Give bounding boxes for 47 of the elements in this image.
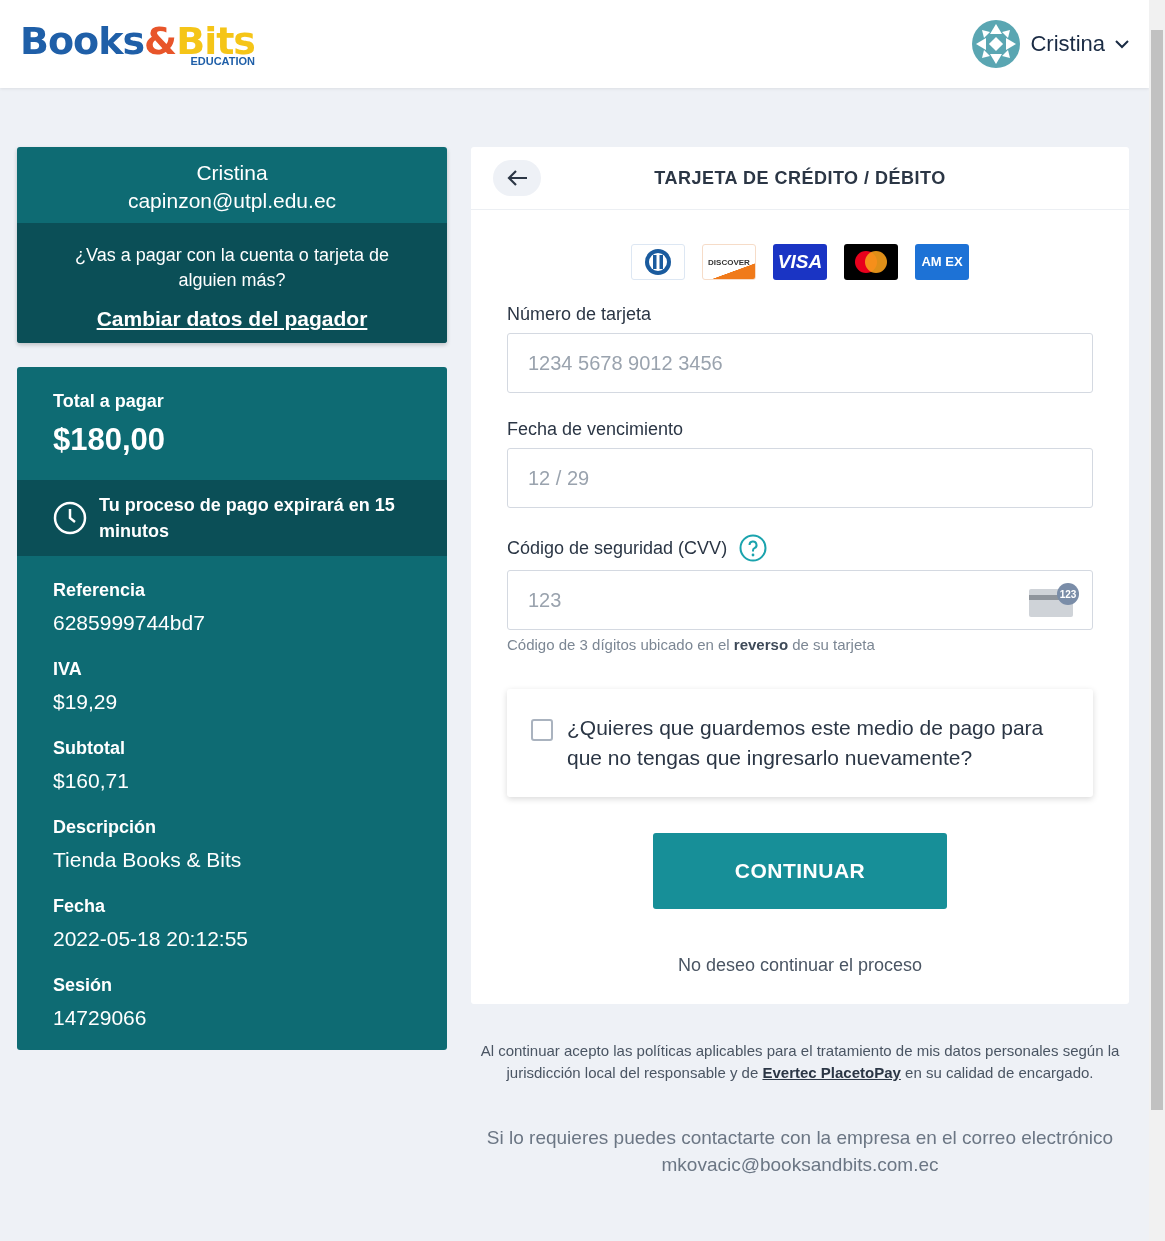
mastercard-logo [844,244,898,280]
amex-logo: AM EX [915,244,969,280]
cvv-hint: Código de 3 dígitos ubicado en el reverso de su tarjeta [507,636,876,653]
payer-name: Cristina [195,161,269,185]
scrollbar-thumb[interactable] [1151,30,1163,1110]
detail-label: Sesión [53,975,114,996]
logo-tagline: EDUCATION [190,55,255,67]
back-arrow-icon[interactable] [506,169,528,187]
payer-email: capinzon@utpl.edu.ec [126,189,338,213]
payment-title: TARJETA DE CRÉDITO / DÉBITO [653,167,947,189]
detail-value: 6285999744bd7 [53,611,206,635]
checkbox[interactable] [531,719,553,741]
detail-value: 14729066 [53,1006,148,1030]
detail-label: Referencia [53,580,147,601]
chevron-down-icon[interactable] [1115,39,1129,49]
evertec-link[interactable]: Evertec PlacetoPay [762,1064,901,1081]
detail-label: Descripción [53,817,158,838]
field-label: Código de seguridad (CVV) [507,537,728,559]
detail-value: $19,29 [53,690,119,714]
save-option-label[interactable]: ¿Quieres que guardemos este medio de pago para que no tengas que ingresarlo nuevamente? [567,713,1069,773]
continue-button[interactable]: CONTINUAR [653,833,947,909]
detail-label: Fecha [53,896,107,917]
field-label: Número de tarjeta [507,304,652,325]
detail-value: 2022-05-18 20:12:55 [53,927,249,951]
avatar-icon [972,20,1021,68]
total-label: Total a pagar [53,391,165,412]
diners-logo [631,244,685,280]
detail-label: IVA [53,659,83,680]
detail-value: Tienda Books & Bits [53,848,243,872]
discover-logo: DISCOVER [702,244,756,280]
detail-label: Subtotal [53,738,126,759]
clock-icon [53,501,87,535]
visa-logo: VISA [773,244,827,280]
change-payer-link[interactable]: Cambiar datos del pagador [96,307,368,331]
contact-notice: Si lo requieres puedes contactarte con la empresa en el correo electrónico mkovacic@booksandbits.com.ec [485,1126,1115,1177]
field-label: Fecha de vencimiento [507,419,684,440]
user-name[interactable]: Cristina [1030,31,1105,57]
expiry-notice: Tu proceso de pago expirará en 15 minutos [99,494,396,543]
cancel-link[interactable]: No deseo continuar el proceso [677,955,923,976]
detail-value: $160,71 [53,769,130,793]
total-amount: $180,00 [53,422,167,458]
input-field[interactable]: 1234 5678 9012 3456 [507,333,1093,393]
back-button[interactable] [493,160,541,196]
input-field[interactable]: 12 / 29 [507,448,1093,508]
help-icon[interactable] [739,534,768,562]
payer-question: ¿Vas a pagar con la cuenta o tarjeta de alguien más? [74,244,390,292]
legal-notice: Al continuar acepto las políticas aplicables para el tratamiento de mis datos personales según la jurisdicción local del responsable y de Evertec PlacetoPay en su calidad de encargado. [479,1041,1121,1083]
